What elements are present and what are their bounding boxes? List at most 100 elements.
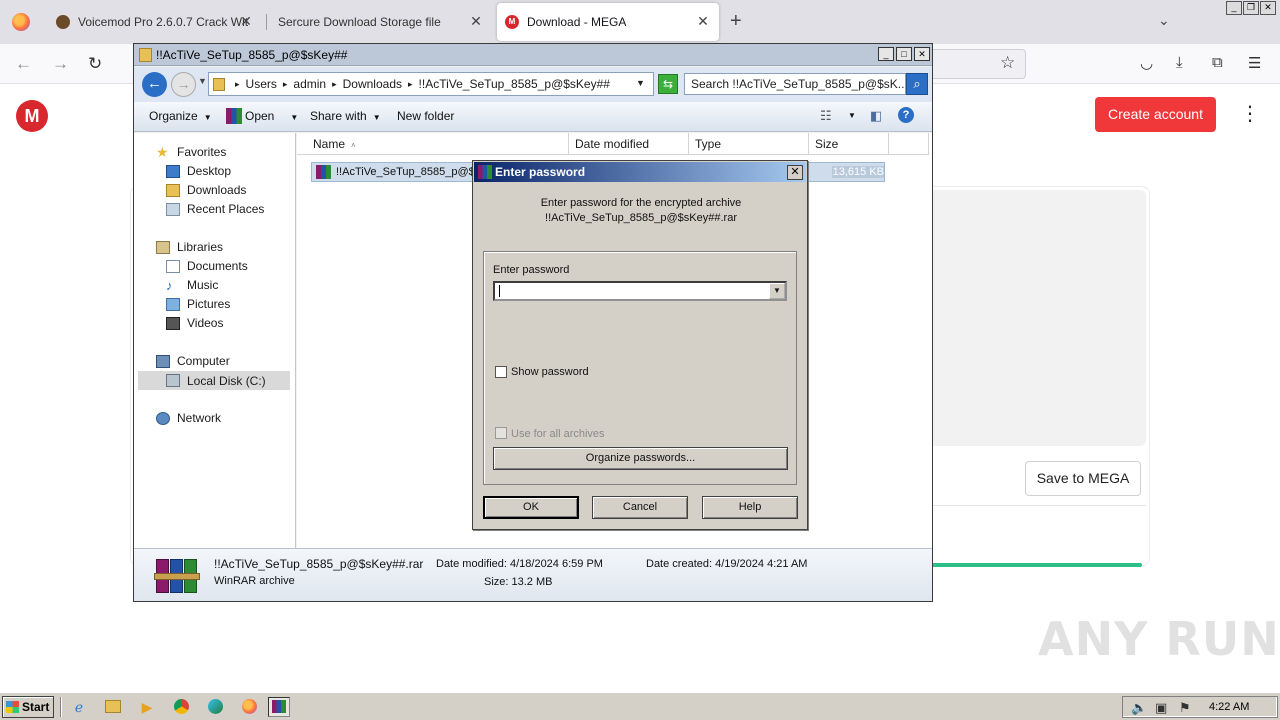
nav-libraries[interactable]: Libraries xyxy=(156,240,223,254)
show-password-checkbox[interactable] xyxy=(495,366,507,378)
chevron-right-icon[interactable]: ▸ xyxy=(283,79,288,90)
nav-favorites[interactable]: ★ Favorites xyxy=(156,145,226,160)
media-player-icon[interactable]: ▶ xyxy=(136,697,158,717)
file-name: !!AcTiVe_SeTup_8585_p@$s xyxy=(336,166,481,178)
firefox-icon[interactable] xyxy=(238,697,260,717)
mega-icon: M xyxy=(505,15,519,29)
pocket-icon[interactable]: ◡ xyxy=(1140,54,1153,72)
internet-explorer-icon[interactable]: ℯ xyxy=(68,697,90,717)
maximize-icon[interactable]: □ xyxy=(896,47,912,61)
firefox-icon[interactable] xyxy=(12,13,30,31)
dialog-title-bar[interactable]: Enter password ✕ xyxy=(474,162,806,182)
chevron-down-icon[interactable]: ▼ xyxy=(198,76,207,86)
network-status-icon[interactable]: ▣ xyxy=(1155,700,1167,716)
nav-computer[interactable]: Computer xyxy=(156,354,230,368)
explorer-title-bar[interactable]: !!AcTiVe_SeTup_8585_p@$sKey## _ □ ✕ xyxy=(134,44,932,66)
system-tray: 🔈 ▣ ⚑ 4:22 AM xyxy=(1122,696,1278,718)
chevron-right-icon[interactable]: ▸ xyxy=(408,79,413,90)
close-icon[interactable]: ✕ xyxy=(468,13,484,30)
plus-icon[interactable]: + xyxy=(730,10,742,33)
reload-icon[interactable]: ↻ xyxy=(88,54,102,74)
extensions-icon[interactable]: ⧉ xyxy=(1212,54,1223,71)
close-icon[interactable]: ✕ xyxy=(238,13,254,30)
search-icon[interactable]: ⌕ xyxy=(906,73,928,95)
column-header-size[interactable]: Size xyxy=(809,133,889,155)
nav-pictures[interactable]: Pictures xyxy=(166,297,230,311)
winrar-icon[interactable] xyxy=(268,697,290,717)
help-icon[interactable]: ? xyxy=(898,107,914,123)
nav-music[interactable]: ♪ Music xyxy=(166,278,218,292)
nav-network[interactable]: Network xyxy=(156,411,221,425)
column-header-type[interactable]: Type xyxy=(689,133,809,155)
chevron-down-icon[interactable]: ▼ xyxy=(848,111,856,120)
back-arrow-icon[interactable]: ← xyxy=(142,72,167,97)
chevron-right-icon[interactable]: ▸ xyxy=(235,79,240,90)
back-arrow-icon[interactable]: ← xyxy=(15,54,32,74)
nav-local-disk[interactable]: Local Disk (C:) xyxy=(138,371,290,390)
tab-secure-download[interactable]: Sercure Download Storage file ✕ xyxy=(270,3,492,41)
breadcrumb-downloads[interactable]: Downloads xyxy=(343,77,402,91)
download-icon[interactable]: ⤓ xyxy=(1176,54,1183,71)
column-header-extra[interactable] xyxy=(889,133,929,155)
use-for-all-archives-checkbox xyxy=(495,427,507,439)
forward-arrow-icon[interactable]: → xyxy=(171,72,196,97)
nav-videos[interactable]: Videos xyxy=(166,316,223,330)
column-header-date-modified[interactable]: Date modified xyxy=(569,133,689,155)
minimize-icon[interactable]: _ xyxy=(1226,1,1242,15)
nav-desktop[interactable]: Desktop xyxy=(166,164,231,178)
new-folder-button[interactable]: New folder xyxy=(397,109,454,123)
tab-mega-download[interactable]: M Download - MEGA ✕ xyxy=(497,3,719,41)
chevron-down-icon: ▼ xyxy=(203,113,212,122)
menu-icon[interactable]: ☰ xyxy=(1248,54,1261,72)
chevron-down-icon[interactable]: ▼ xyxy=(290,113,298,122)
action-center-flag-icon[interactable]: ⚑ xyxy=(1179,700,1191,716)
speaker-icon[interactable]: 🔈 xyxy=(1131,700,1147,716)
clock[interactable]: 4:22 AM xyxy=(1209,701,1249,713)
tab-voicemod[interactable]: Voicemod Pro 2.6.0.7 Crack With L ✕ xyxy=(48,3,262,41)
close-icon[interactable]: ✕ xyxy=(787,165,803,180)
minimize-icon[interactable]: _ xyxy=(878,47,894,61)
restore-icon[interactable]: ❐ xyxy=(1243,1,1259,15)
chevron-down-icon[interactable]: ▼ xyxy=(636,78,645,88)
breadcrumb-users[interactable]: Users xyxy=(246,77,277,91)
close-icon[interactable]: ✕ xyxy=(695,13,711,30)
refresh-icon[interactable]: ⇆ xyxy=(658,74,678,94)
ok-button[interactable]: OK xyxy=(483,496,579,519)
open-button[interactable]: Open ▼ xyxy=(245,109,298,123)
search-input[interactable]: Search !!AcTiVe_SeTup_8585_p@$sK... xyxy=(684,73,906,95)
cancel-button[interactable]: Cancel xyxy=(592,496,688,519)
nav-label: Local Disk (C:) xyxy=(187,373,266,388)
close-icon[interactable]: ✕ xyxy=(914,47,930,61)
bookmark-star-icon[interactable]: ☆ xyxy=(1000,53,1015,73)
nav-documents[interactable]: Documents xyxy=(166,259,248,273)
preview-pane-icon[interactable]: ◧ xyxy=(870,108,882,124)
breadcrumb-admin[interactable]: admin xyxy=(293,77,326,91)
chevron-right-icon[interactable]: ▸ xyxy=(332,79,337,90)
chevron-down-icon[interactable]: ⌄ xyxy=(1158,12,1170,29)
tab-label: Sercure Download Storage file xyxy=(278,15,441,29)
breadcrumb-current-folder[interactable]: !!AcTiVe_SeTup_8585_p@$sKey## xyxy=(419,77,610,91)
address-bar[interactable]: ▸ Users ▸ admin ▸ Downloads ▸ !!AcTiVe_S… xyxy=(208,72,654,96)
organize-button[interactable]: Organize ▼ xyxy=(149,109,212,123)
save-to-mega-button[interactable]: Save to MEGA xyxy=(1025,461,1141,496)
details-pane: !!AcTiVe_SeTup_8585_p@$sKey##.rar WinRAR… xyxy=(134,548,932,601)
mega-logo[interactable]: M xyxy=(16,100,48,132)
close-icon[interactable]: ✕ xyxy=(1260,1,1276,15)
chevron-down-icon[interactable]: ▼ xyxy=(769,283,785,299)
help-button[interactable]: Help xyxy=(702,496,798,519)
share-with-button[interactable]: Share with ▼ xyxy=(310,109,381,123)
explorer-icon[interactable] xyxy=(102,697,124,717)
nav-label: Network xyxy=(177,411,222,425)
create-account-button[interactable]: Create account xyxy=(1095,97,1216,132)
start-button[interactable]: Start xyxy=(2,696,54,718)
more-options-icon[interactable]: ⋮ xyxy=(1240,104,1260,124)
organize-passwords-button[interactable]: Organize passwords... xyxy=(493,447,788,470)
column-header-name[interactable]: Name ˄ xyxy=(297,133,569,155)
nav-downloads[interactable]: Downloads xyxy=(166,183,246,197)
forward-arrow-icon[interactable]: → xyxy=(52,54,69,74)
edge-icon[interactable] xyxy=(204,697,226,717)
password-input[interactable] xyxy=(493,281,787,301)
nav-recent-places[interactable]: Recent Places xyxy=(166,202,264,216)
view-options-icon[interactable]: ☷ xyxy=(820,108,832,124)
chrome-icon[interactable] xyxy=(170,697,192,717)
